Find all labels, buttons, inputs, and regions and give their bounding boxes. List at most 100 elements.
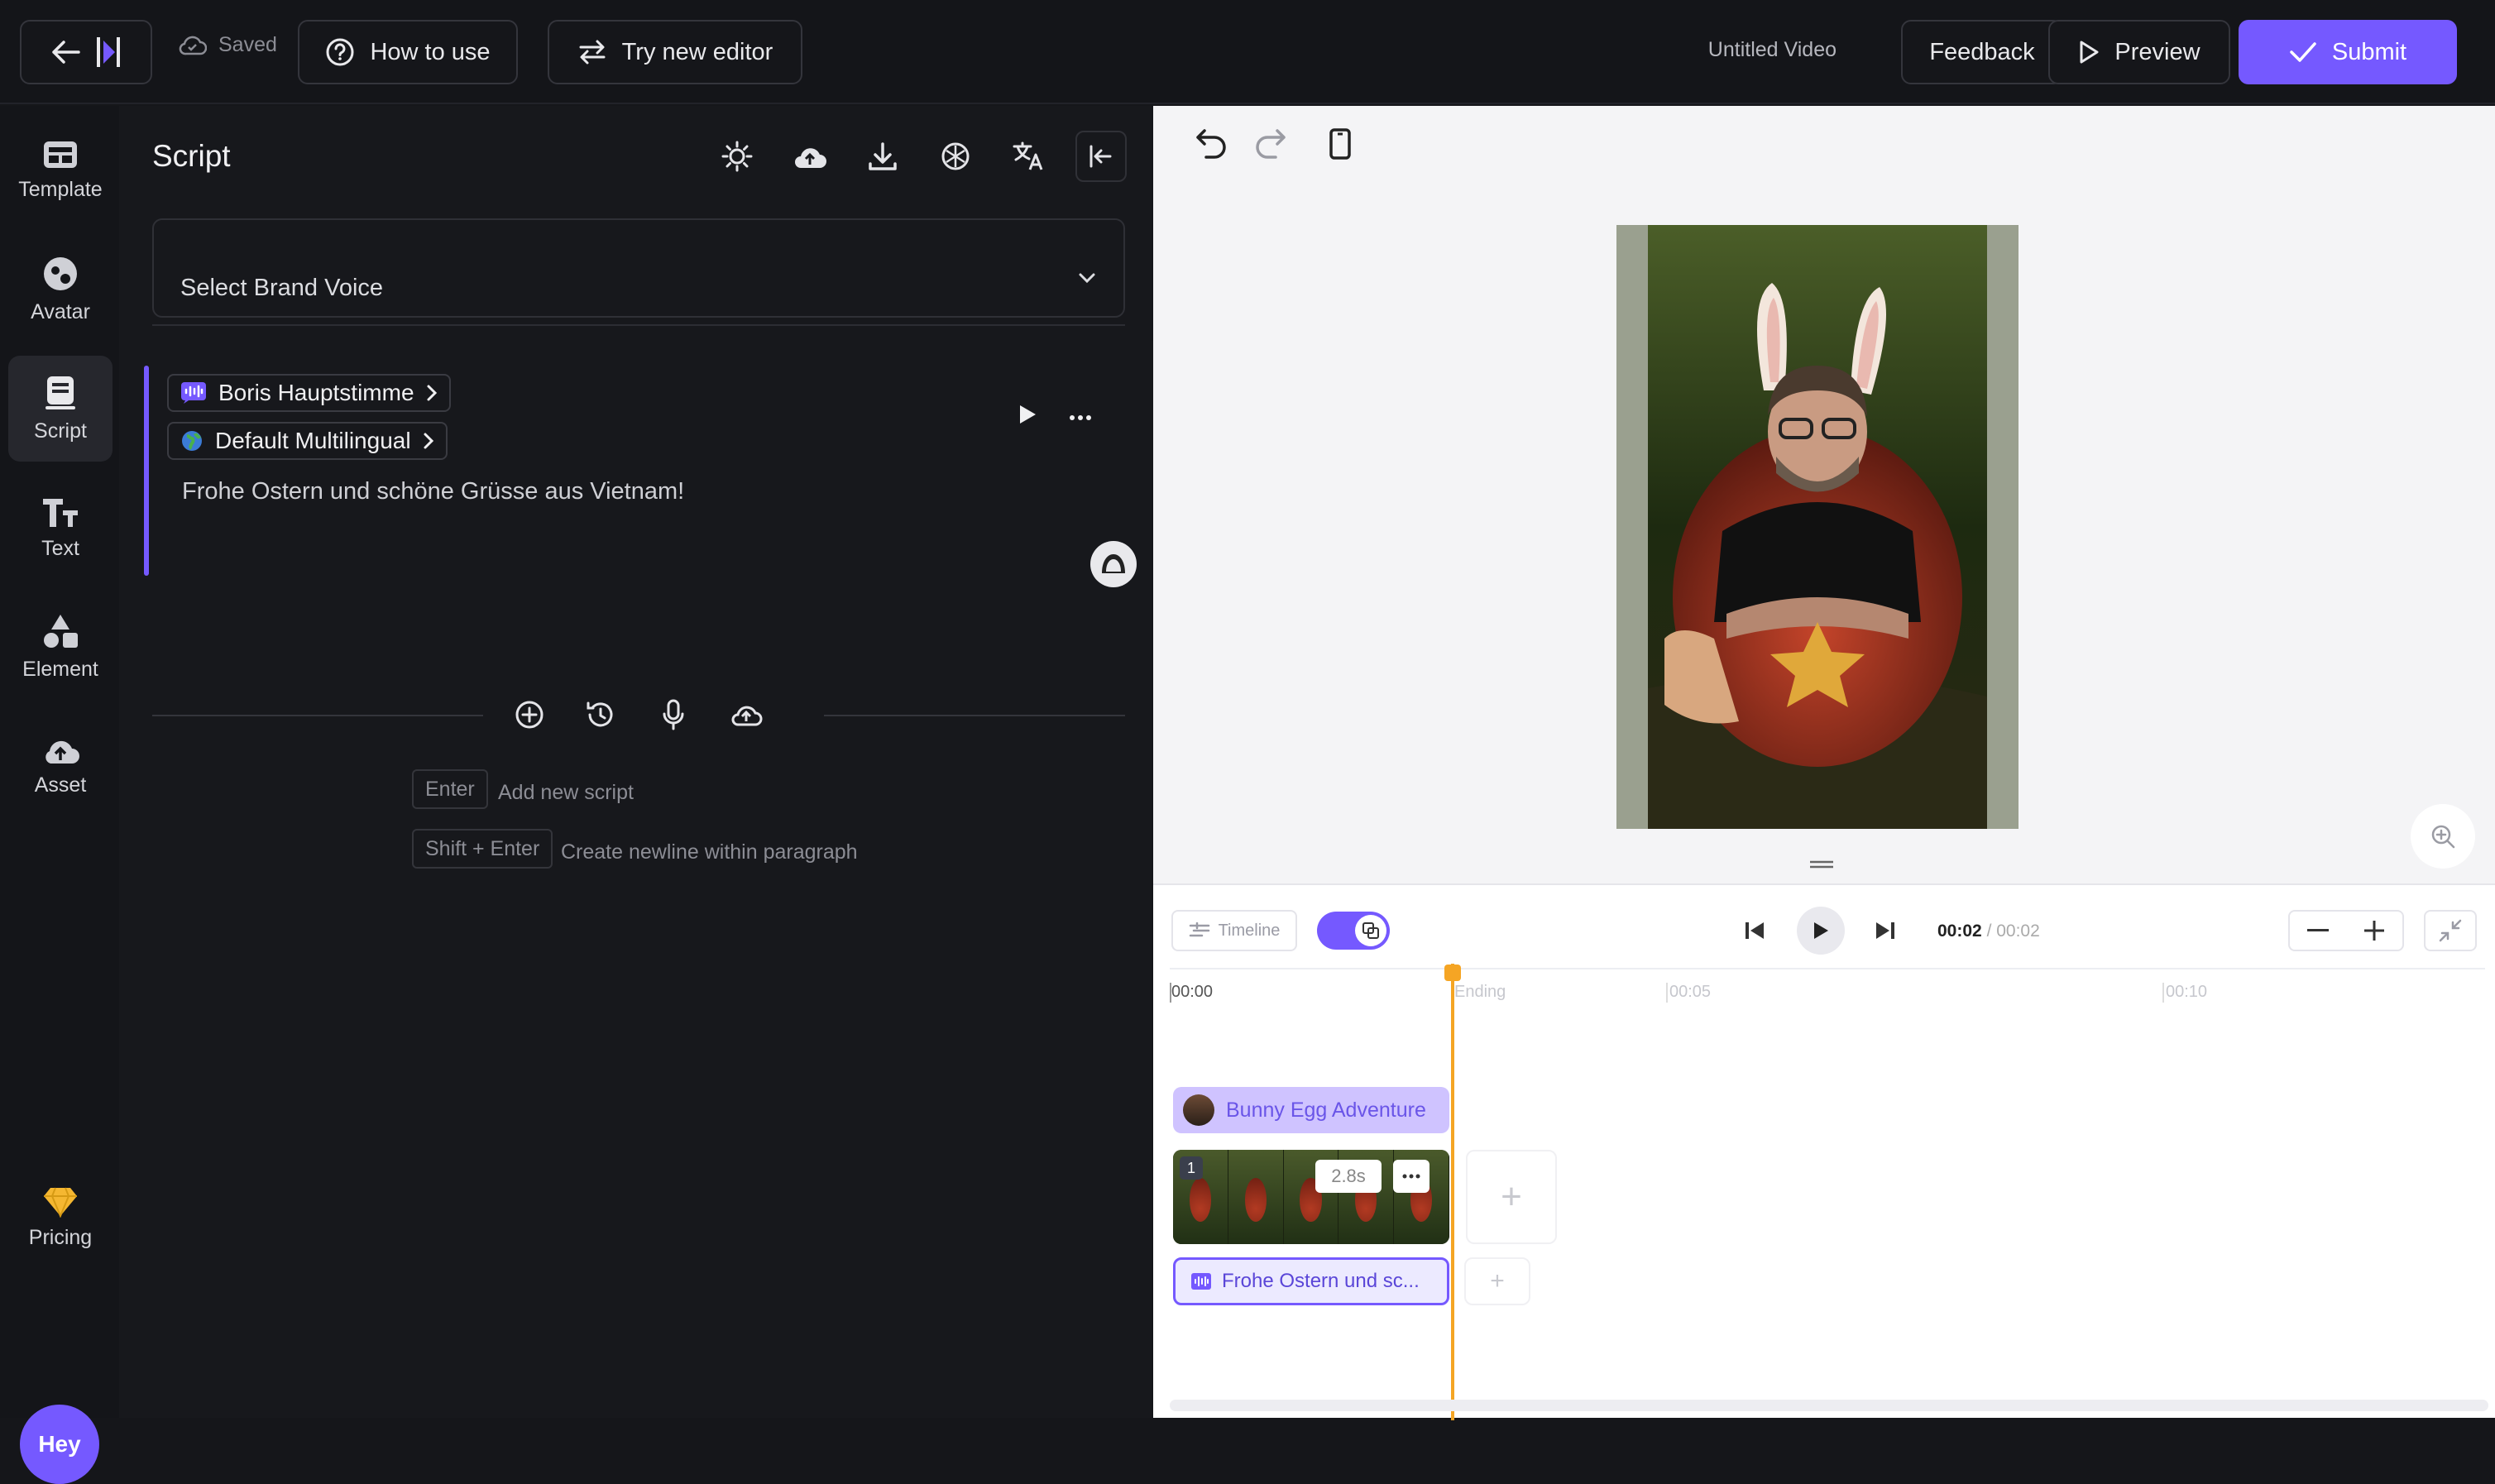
script-text[interactable]: Frohe Ostern und schöne Grüsse aus Vietn… [182,478,684,505]
brand-voice-label: Select Brand Voice [180,275,384,301]
tick-label: 00:00 [1171,983,1214,1001]
voice-model-chip[interactable]: Default Multilingual [167,422,448,460]
fit-timeline-button[interactable] [2424,910,2477,951]
bunny-egg-scene [1648,225,1987,829]
add-script-clip-button[interactable]: + [1464,1257,1530,1305]
voice-icon [181,382,206,404]
grammarly-button[interactable] [1090,541,1137,587]
scene-number-badge: 1 [1180,1156,1203,1180]
upload-audio-button[interactable] [728,697,764,733]
video-canvas[interactable] [1616,225,2019,829]
timeline-scrollbar[interactable] [1170,1400,2488,1411]
submit-button[interactable]: Submit [2239,20,2457,84]
try-new-editor-button[interactable]: Try new editor [548,20,802,84]
text-icon [43,498,78,527]
zoom-in-button[interactable] [2346,920,2402,941]
skip-forward-button[interactable] [1873,918,1898,947]
saved-label: Saved [218,33,277,56]
play-icon [1814,922,1828,939]
skip-back-button[interactable] [1742,918,1767,947]
chevron-right-icon [427,385,437,401]
divider [152,715,483,716]
tick-label: 00:05 [1669,983,1712,1001]
scene-duration[interactable]: 2.8s [1315,1160,1382,1193]
diamond-icon [44,1187,77,1218]
template-icon [44,141,77,168]
history-button[interactable] [582,697,619,733]
script-icon [45,376,75,409]
shortcut-description: Create newline within paragraph [561,840,858,864]
more-horizontal-icon [1070,415,1091,420]
check-icon [2290,42,2316,62]
shortcut-key: Shift + Enter [412,829,553,869]
cloud-upload-outline-icon [731,706,763,726]
add-script-button[interactable] [511,697,548,733]
nav-item-avatar[interactable]: Avatar [8,237,113,342]
nav-item-template[interactable]: Template [8,117,113,223]
translate-button[interactable] [1003,131,1054,182]
logo-icon [97,37,120,67]
brand-voice-select[interactable]: Select Brand Voice [152,218,1125,318]
time-readout: 00:02 / 00:02 [1937,922,2040,941]
plus-circle-icon [515,701,544,729]
segment-more-button[interactable] [1069,410,1092,425]
undo-button[interactable] [1195,127,1228,163]
play-button[interactable] [1797,907,1845,955]
nav-item-asset[interactable]: Asset [8,713,113,819]
back-logo-button[interactable] [20,20,152,84]
timeline-icon [1189,922,1209,937]
nav-item-element[interactable]: Element [8,594,113,700]
record-voice-button[interactable] [655,697,692,733]
nav-item-pricing[interactable]: Pricing [8,1165,113,1271]
script-track-clip[interactable]: Frohe Ostern und sc... [1173,1257,1449,1305]
more-horizontal-icon [1402,1174,1420,1179]
layers-icon [1362,922,1379,939]
top-bar: Saved How to use Try new editor Untitled… [0,0,2495,104]
avatar-track-clip[interactable]: Bunny Egg Adventure [1173,1087,1449,1133]
how-to-use-button[interactable]: How to use [298,20,518,84]
timeline-mode-button[interactable]: Timeline [1171,910,1297,951]
assistant-face-icon [1102,554,1125,573]
tick-mark [1666,983,1668,1003]
asset-icon [45,740,79,764]
redo-button[interactable] [1254,127,1287,163]
divider [152,324,1125,326]
script-actions-row [152,690,1125,740]
scene-view-toggle[interactable] [1317,912,1390,950]
ai-write-button[interactable] [930,131,981,182]
skip-back-icon [1746,922,1764,939]
toggle-knob [1355,915,1386,946]
idea-button[interactable] [711,131,763,182]
zoom-preview-button[interactable] [2411,804,2475,869]
resize-handle[interactable] [1808,859,1835,869]
download-button[interactable] [857,131,908,182]
scene-more-button[interactable] [1393,1160,1429,1193]
upload-cloud-button[interactable] [784,131,836,182]
video-title[interactable]: Untitled Video [1708,38,1837,62]
preview-button[interactable]: Preview [2048,20,2230,84]
skip-forward-icon [1876,922,1894,939]
play-outline-icon [2080,41,2099,64]
time-ruler: 00:00 Ending 00:05 00:10 [1170,968,2485,1017]
playhead[interactable] [1451,964,1454,1420]
tick-mark [2162,983,2164,1003]
translate-icon [1013,141,1043,170]
nav-item-text[interactable]: Text [8,475,113,581]
add-scene-button[interactable]: + [1466,1150,1557,1244]
voice-chip[interactable]: Boris Hauptstimme [167,374,451,412]
nav-item-script[interactable]: Script [8,356,113,462]
phone-portrait-icon [1329,128,1351,160]
scene-clip[interactable]: 1 2.8s [1173,1150,1449,1244]
play-script-button[interactable] [1018,404,1037,429]
zoom-out-button[interactable] [2290,929,2346,932]
aspect-ratio-button[interactable] [1329,127,1352,165]
segment-indicator [144,366,149,576]
preview-area [1153,106,2495,883]
element-icon [44,614,78,648]
feedback-button[interactable]: Feedback [1901,20,2063,84]
cloud-upload-icon [795,148,826,168]
help-circle-icon [326,38,354,66]
chevron-down-icon [1079,273,1095,284]
hey-assistant-button[interactable]: Hey [20,1405,99,1484]
collapse-panel-button[interactable] [1075,131,1127,182]
